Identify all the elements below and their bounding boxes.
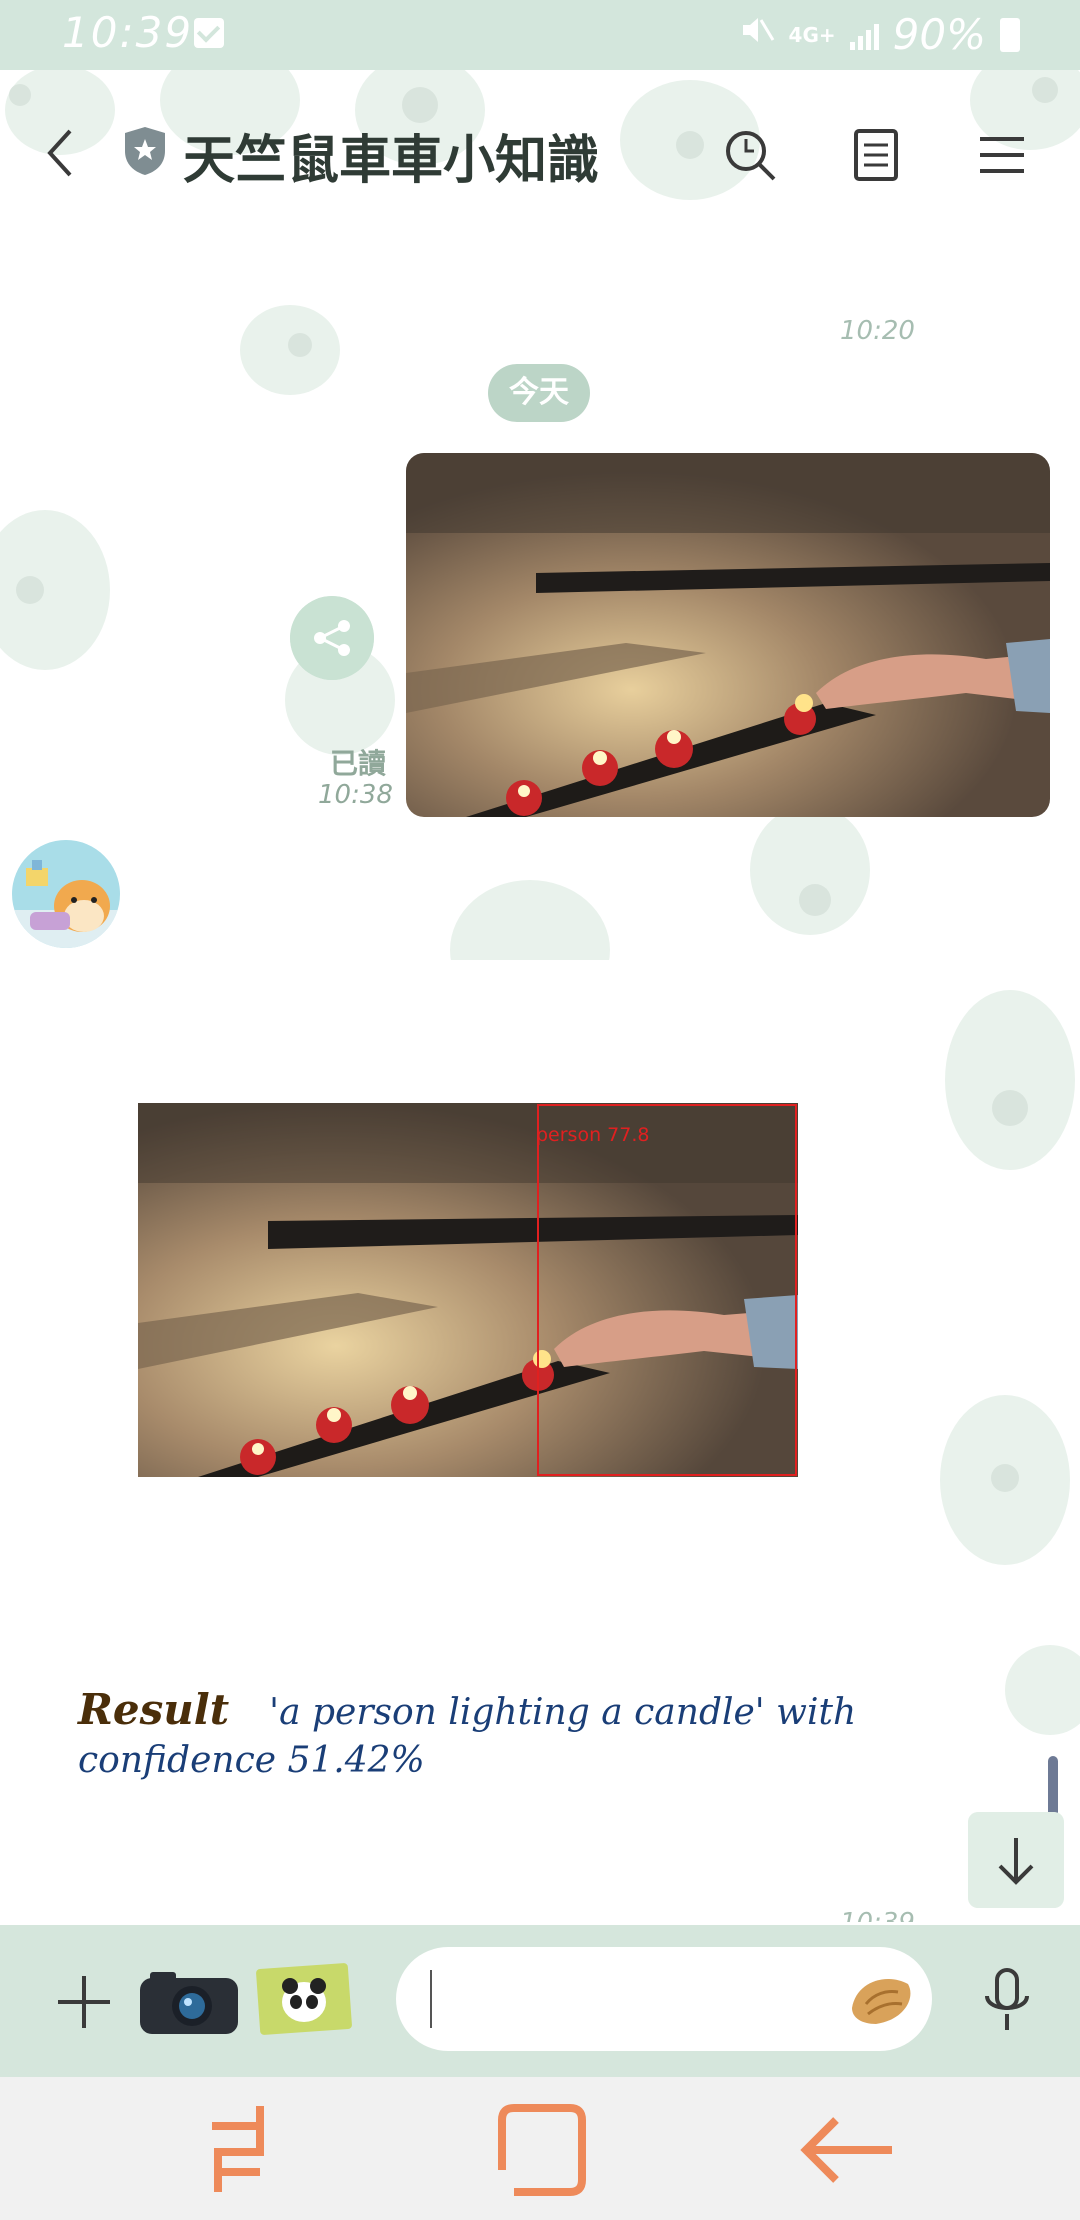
- status-bar: 10:39 4G+ 90%: [0, 0, 1080, 70]
- home-icon[interactable]: [492, 2100, 592, 2200]
- bot-avatar[interactable]: [12, 840, 120, 948]
- back-nav-icon[interactable]: [796, 2100, 896, 2200]
- back-icon[interactable]: [40, 125, 80, 181]
- text-cursor: [430, 1970, 432, 2028]
- detection-bounding-box: [537, 1104, 797, 1476]
- date-divider: 今天: [488, 364, 590, 422]
- message-timestamp-partial: 10:39: [840, 1908, 915, 1922]
- signal-icon: [849, 20, 879, 50]
- result-caption: Result'a person lighting a candle' with …: [78, 1686, 878, 1785]
- mute-icon: [739, 12, 775, 57]
- sticker-icon[interactable]: [254, 1962, 354, 2036]
- menu-icon[interactable]: [972, 125, 1032, 185]
- read-receipt: 已讀: [330, 747, 387, 780]
- network-type: 4G+: [788, 22, 836, 47]
- status-time: 10:39: [62, 8, 194, 57]
- sent-photo-message[interactable]: [406, 453, 1050, 817]
- shield-icon: [125, 127, 165, 175]
- plus-icon[interactable]: [54, 1972, 114, 2032]
- recent-apps-icon[interactable]: [190, 2100, 290, 2200]
- result-label: Result: [78, 1685, 230, 1734]
- message-timestamp: 10:20: [840, 316, 915, 346]
- detection-label: person 77.8: [536, 1124, 650, 1146]
- battery-level: 90%: [892, 10, 986, 59]
- scroll-to-bottom-button[interactable]: [968, 1812, 1064, 1908]
- search-icon[interactable]: [720, 125, 780, 185]
- battery-icon: [1000, 17, 1020, 52]
- camera-icon[interactable]: [138, 1968, 240, 2036]
- notification-check-icon: [194, 18, 224, 48]
- chat-title: 天竺鼠車車小知識: [183, 131, 600, 191]
- candle-photo: [406, 453, 1050, 817]
- share-button[interactable]: [290, 596, 374, 680]
- emoji-icon[interactable]: [846, 1968, 916, 2028]
- sent-time: 10:38: [318, 780, 393, 810]
- notes-icon[interactable]: [846, 125, 906, 185]
- status-right: 4G+ 90%: [739, 10, 1020, 59]
- mic-icon[interactable]: [980, 1966, 1034, 2036]
